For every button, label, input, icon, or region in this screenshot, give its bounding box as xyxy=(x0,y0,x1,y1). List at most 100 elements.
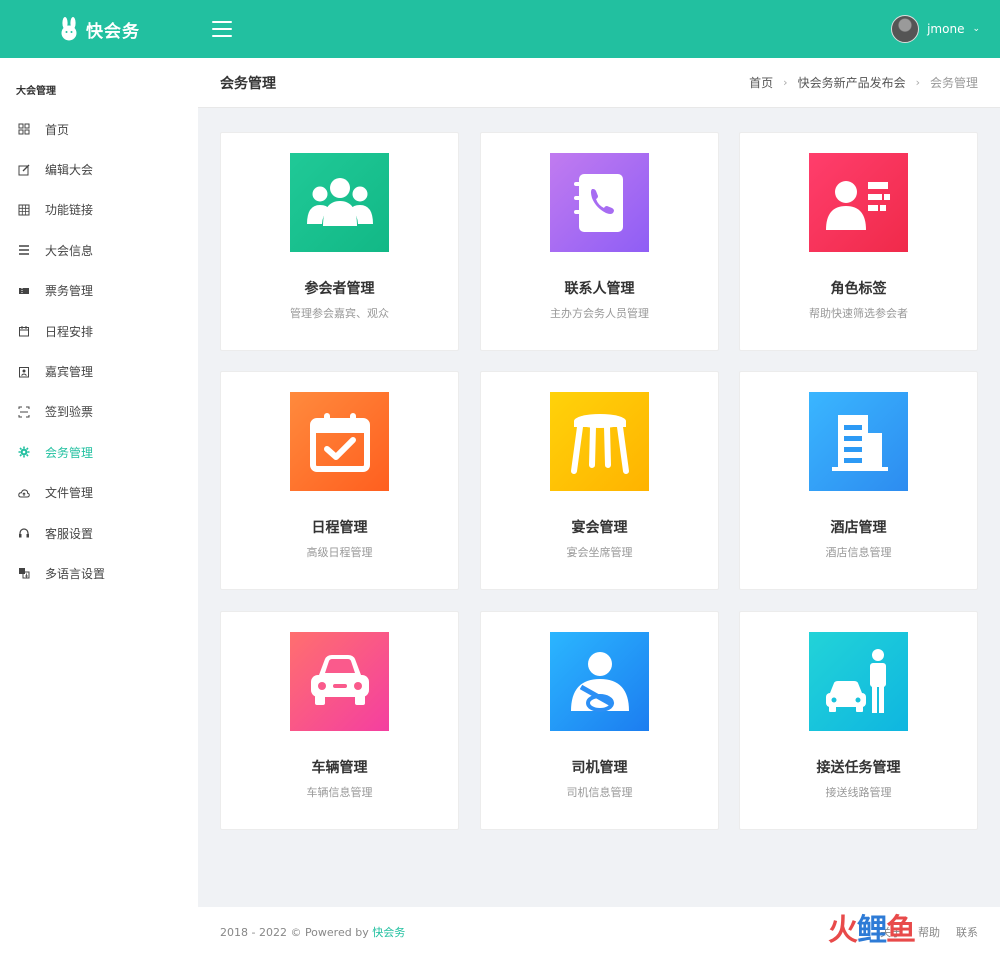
user-name: jmone xyxy=(927,22,965,36)
ticket-icon xyxy=(18,285,30,297)
sidebar-item-label: 嘉宾管理 xyxy=(45,365,94,380)
calendar-check-icon xyxy=(290,392,389,491)
footer-link-contact[interactable]: 联系 xyxy=(956,924,978,940)
sidebar-item-label: 客服设置 xyxy=(45,526,94,541)
chevron-right-icon: › xyxy=(915,76,920,89)
sidebar-item-label: 会务管理 xyxy=(45,445,94,460)
sidebar-section-title: 大会管理 xyxy=(16,86,56,97)
grid-icon xyxy=(18,204,30,216)
guest-icon xyxy=(18,366,30,378)
page-title: 会务管理 xyxy=(220,75,276,92)
card-description: 主办方会务人员管理 xyxy=(550,307,649,320)
avatar xyxy=(891,15,920,43)
module-card[interactable]: 宴会管理宴会坐席管理 xyxy=(480,371,719,590)
cloud-icon xyxy=(18,487,30,499)
watermark-char: 鲤 xyxy=(857,913,887,948)
gear-icon xyxy=(18,446,30,458)
car-icon xyxy=(290,632,389,731)
brand-name: 快会务 xyxy=(86,21,140,42)
copyright: 2018 - 2022 © Powered by 快会务 xyxy=(220,924,405,940)
card-description: 接送线路管理 xyxy=(825,786,892,799)
hamburger-line xyxy=(212,28,232,30)
pickup-icon xyxy=(809,632,908,731)
sidebar-item-label: 首页 xyxy=(45,122,70,137)
module-card[interactable]: 酒店管理酒店信息管理 xyxy=(739,371,978,590)
sidebar-item-7[interactable]: 签到验票 xyxy=(0,392,198,432)
copyright-text: 2018 - 2022 © Powered by xyxy=(220,926,373,939)
card-title: 司机管理 xyxy=(571,760,628,776)
sidebar-item-3[interactable]: 大会信息 xyxy=(0,230,198,270)
sidebar-item-label: 功能链接 xyxy=(45,203,94,218)
hamburger-icon xyxy=(212,21,232,23)
sidebar-item-label: 日程安排 xyxy=(45,324,94,339)
sidebar-nav: 首页编辑大会功能链接大会信息票务管理日程安排嘉宾管理签到验票会务管理文件管理客服… xyxy=(0,109,198,594)
driver-icon xyxy=(550,632,649,731)
edit-icon xyxy=(18,164,30,176)
sidebar-item-label: 票务管理 xyxy=(45,284,94,299)
dashboard-icon xyxy=(18,123,30,135)
card-title: 接送任务管理 xyxy=(816,760,901,776)
breadcrumb: 首页 › 快会务新产品发布会 › 会务管理 xyxy=(749,74,978,91)
brand[interactable]: 快会务 xyxy=(0,17,198,42)
translate-icon xyxy=(18,567,30,579)
card-description: 司机信息管理 xyxy=(566,786,633,799)
sidebar-item-9[interactable]: 文件管理 xyxy=(0,473,198,513)
hamburger-line xyxy=(212,35,232,37)
module-card[interactable]: 车辆管理车辆信息管理 xyxy=(220,611,459,830)
list-icon xyxy=(18,244,30,256)
module-card[interactable]: 日程管理 高级日程管理 xyxy=(220,371,459,590)
sidebar-item-11[interactable]: 多语言设置 xyxy=(0,553,198,593)
sidebar-item-label: 编辑大会 xyxy=(45,163,94,178)
card-description: 酒店信息管理 xyxy=(825,546,892,559)
sidebar-item-4[interactable]: 票务管理 xyxy=(0,271,198,311)
module-card[interactable]: 参会者管理 管理参会嘉宾、观众 xyxy=(220,132,459,351)
phonebook-icon xyxy=(550,153,649,252)
sidebar-item-6[interactable]: 嘉宾管理 xyxy=(0,351,198,391)
sidebar-item-2[interactable]: 功能链接 xyxy=(0,190,198,230)
card-title: 酒店管理 xyxy=(830,520,887,536)
page-header: 会务管理 首页 › 快会务新产品发布会 › 会务管理 xyxy=(198,58,1000,108)
sidebar-item-label: 大会信息 xyxy=(45,243,94,258)
menu-toggle-button[interactable] xyxy=(212,21,232,37)
top-header: 快会务 jmone ⌄ xyxy=(0,0,1000,58)
chevron-right-icon: › xyxy=(783,76,788,89)
module-card[interactable]: 联系人管理主办方会务人员管理 xyxy=(480,132,719,351)
id-card-icon xyxy=(809,153,908,252)
headset-icon xyxy=(18,527,30,539)
card-title: 参会者管理 xyxy=(304,281,375,297)
building-icon xyxy=(809,392,908,491)
stool-icon xyxy=(550,392,649,491)
group-icon xyxy=(290,153,389,252)
watermark-char: 鱼 xyxy=(886,913,916,948)
sidebar-item-10[interactable]: 客服设置 xyxy=(0,513,198,553)
sidebar-item-5[interactable]: 日程安排 xyxy=(0,311,198,351)
card-description: 车辆信息管理 xyxy=(306,786,373,799)
sidebar-item-1[interactable]: 编辑大会 xyxy=(0,149,198,189)
card-title: 日程管理 xyxy=(311,520,368,536)
breadcrumb-current: 会务管理 xyxy=(929,76,978,90)
sidebar-item-label: 签到验票 xyxy=(45,405,94,420)
footer-brand-link[interactable]: 快会务 xyxy=(372,926,405,939)
sidebar-item-label: 多语言设置 xyxy=(45,566,106,581)
sidebar-item-label: 文件管理 xyxy=(45,486,94,501)
module-card[interactable]: 司机管理司机信息管理 xyxy=(480,611,719,830)
module-card[interactable]: 接送任务管理 接送线路管理 xyxy=(739,611,978,830)
scan-icon xyxy=(18,406,30,418)
footer-link-help[interactable]: 帮助 xyxy=(918,924,940,940)
calendar-icon xyxy=(18,325,30,337)
card-description: 宴会坐席管理 xyxy=(566,546,633,559)
card-title: 宴会管理 xyxy=(571,520,628,536)
breadcrumb-event[interactable]: 快会务新产品发布会 xyxy=(798,74,906,91)
card-title: 角色标签 xyxy=(830,281,887,297)
breadcrumb-home[interactable]: 首页 xyxy=(749,74,773,91)
watermark-logo: 火 鲤 鱼 xyxy=(828,905,916,949)
module-card[interactable]: 角色标签 帮助快速筛选参会者 xyxy=(739,132,978,351)
card-title: 车辆管理 xyxy=(311,760,368,776)
chevron-down-icon: ⌄ xyxy=(972,24,980,34)
user-menu[interactable]: jmone ⌄ xyxy=(891,15,980,43)
sidebar: 大会管理 首页编辑大会功能链接大会信息票务管理日程安排嘉宾管理签到验票会务管理文… xyxy=(0,58,198,957)
sidebar-item-8[interactable]: 会务管理 xyxy=(0,432,198,472)
rabbit-logo-icon xyxy=(61,17,77,41)
sidebar-item-0[interactable]: 首页 xyxy=(0,109,198,149)
card-title: 联系人管理 xyxy=(564,281,635,297)
